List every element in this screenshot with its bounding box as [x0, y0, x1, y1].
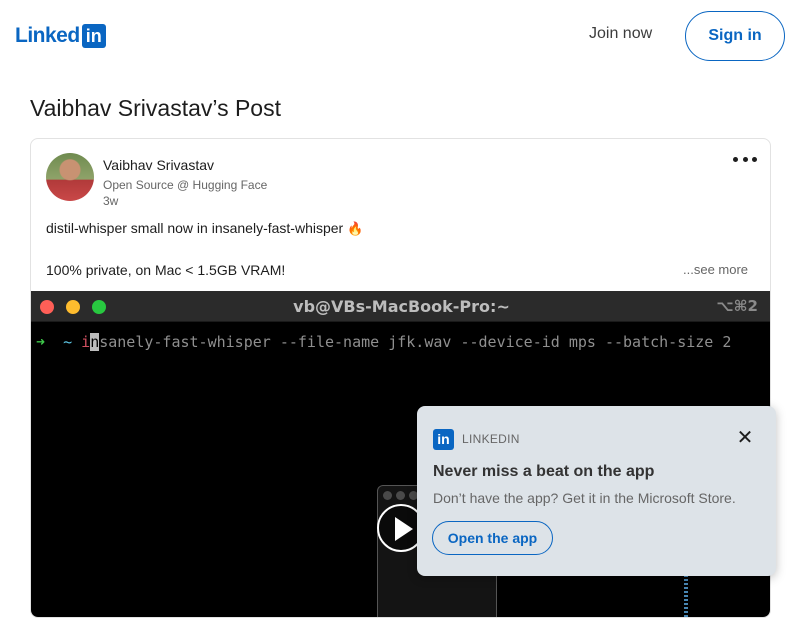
close-icon[interactable]: ✕ — [735, 428, 755, 448]
terminal-cursor: n — [90, 333, 100, 351]
terminal-command: ➜ ~ insanely-fast-whisper --file-name jf… — [36, 333, 731, 351]
more-options-icon[interactable] — [733, 149, 757, 169]
post-text-line-2: 100% private, on Mac < 1.5GB VRAM! — [46, 262, 286, 278]
post-text-line-1: distil-whisper small now in insanely-fas… — [46, 220, 363, 237]
terminal-shortcut: ⌥⌘2 — [716, 297, 758, 315]
open-app-button[interactable]: Open the app — [432, 521, 553, 555]
avatar[interactable] — [46, 153, 94, 201]
terminal-titlebar: vb@VBs-MacBook-Pro:~ ⌥⌘2 — [31, 291, 770, 322]
fire-emoji-icon: 🔥 — [347, 221, 364, 236]
post-text: distil-whisper small now in insanely-fas… — [46, 220, 344, 236]
popup-description: Don’t have the app? Get it in the Micros… — [433, 490, 736, 506]
author-name[interactable]: Vaibhav Srivastav — [103, 157, 214, 173]
cmd-first-char: i — [81, 333, 91, 351]
app-promo-popup: in LINKEDIN ✕ Never miss a beat on the a… — [417, 406, 776, 576]
popup-brand: LINKEDIN — [462, 432, 520, 446]
see-more-link[interactable]: ...see more — [683, 262, 748, 277]
logo-in-badge: in — [81, 24, 106, 48]
sign-in-button[interactable]: Sign in — [685, 11, 785, 61]
linkedin-icon: in — [433, 429, 454, 450]
page-title: Vaibhav Srivastav’s Post — [30, 95, 281, 121]
cmd-rest: sanely-fast-whisper --file-name jfk.wav … — [99, 333, 732, 351]
popup-title: Never miss a beat on the app — [433, 463, 655, 480]
join-now-link[interactable]: Join now — [589, 25, 652, 43]
linkedin-logo[interactable]: Linked in — [15, 24, 106, 48]
post-time: 3w — [103, 194, 119, 208]
prompt-arrow-icon: ➜ — [36, 333, 46, 351]
terminal-title: vb@VBs-MacBook-Pro:~ — [293, 297, 510, 316]
prompt-dir: ~ — [63, 333, 73, 351]
top-header: Linked in Join now Sign in — [0, 0, 800, 72]
logo-wordmark: Linked — [15, 24, 80, 47]
author-headline: Open Source @ Hugging Face — [103, 178, 268, 192]
